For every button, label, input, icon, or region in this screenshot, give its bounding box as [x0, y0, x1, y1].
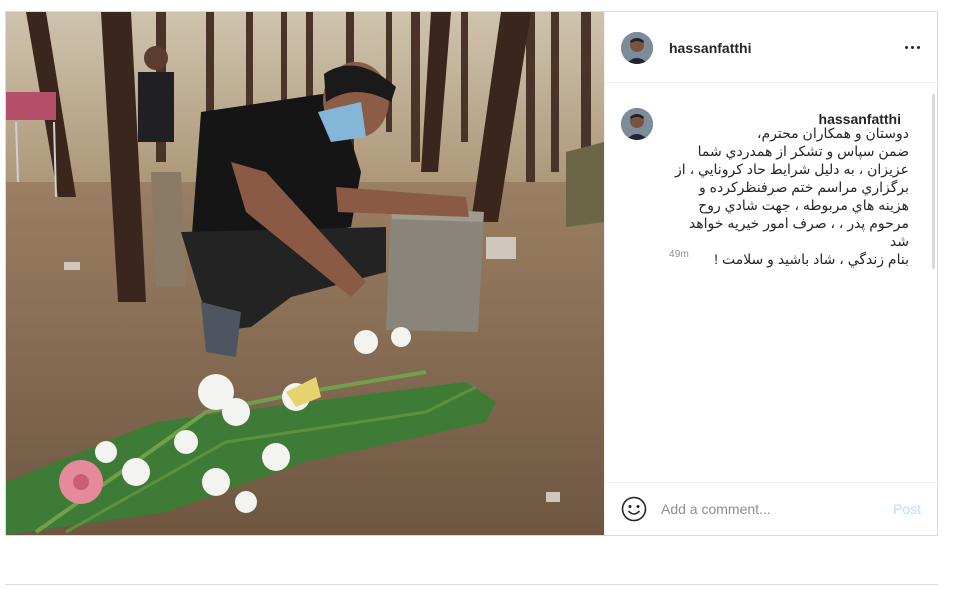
header-username[interactable]: hassanfatthi: [669, 40, 751, 56]
post-header: hassanfatthi: [605, 12, 937, 83]
post-photo[interactable]: [6, 12, 604, 535]
divider: [5, 584, 938, 585]
photo-grave-scene: [6, 12, 604, 535]
comment-bar: Post: [605, 482, 937, 535]
smiley-icon[interactable]: [621, 496, 647, 522]
scrollbar[interactable]: [932, 94, 935, 269]
more-dot: [910, 45, 914, 49]
post-sidebar: hassanfatthi hassanfatthi دوستان و همکار…: [604, 12, 937, 535]
post-comment-button[interactable]: Post: [893, 501, 921, 517]
caption-text: دوستان و همکاران محترم، ضمن سپاس و تشکر …: [675, 125, 909, 267]
more-horizontal-icon: [904, 45, 908, 49]
post-timestamp[interactable]: 49m: [669, 249, 689, 260]
more-options-button[interactable]: [901, 36, 923, 58]
caption-area: hassanfatthi دوستان و همکاران محترم، ضمن…: [605, 84, 937, 480]
avatar[interactable]: [621, 32, 653, 64]
avatar-image: [621, 32, 653, 64]
comment-input[interactable]: [661, 498, 881, 520]
more-dot: [916, 45, 920, 49]
avatar-image: [621, 108, 653, 140]
caption-avatar[interactable]: [621, 108, 653, 140]
post-card: hassanfatthi hassanfatthi دوستان و همکار…: [5, 11, 938, 536]
